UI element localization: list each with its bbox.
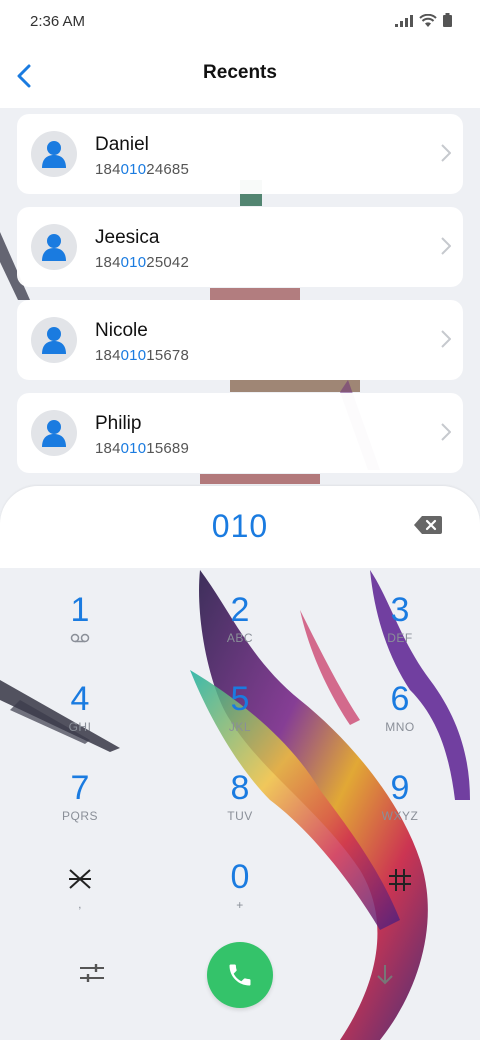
- voicemail-icon: [70, 633, 90, 643]
- contact-item-jeesica[interactable]: Jeesica 18401025042: [17, 207, 463, 287]
- chevron-right-icon: [441, 237, 451, 255]
- number-prefix: 184: [95, 161, 121, 178]
- key-1[interactable]: 1: [20, 590, 140, 668]
- key-7[interactable]: 7 PQRS: [20, 768, 140, 846]
- key-letters: DEF: [387, 631, 413, 645]
- key-digit: 2: [230, 591, 250, 629]
- chevron-right-icon: [441, 330, 451, 348]
- key-0[interactable]: 0 +: [180, 857, 300, 935]
- hash-icon: [389, 869, 411, 891]
- battery-icon: [443, 13, 452, 27]
- chevron-right-icon: [441, 144, 451, 162]
- key-letters: MNO: [385, 720, 415, 734]
- dial-input-panel: 010: [0, 486, 480, 568]
- number-prefix: 184: [95, 440, 121, 457]
- asterisk-icon: [69, 869, 91, 889]
- sliders-icon[interactable]: [80, 963, 104, 983]
- number-match: 010: [120, 254, 147, 271]
- key-6[interactable]: 6 MNO: [340, 679, 460, 757]
- contact-name: Nicole: [95, 320, 148, 341]
- person-icon: [42, 234, 66, 261]
- person-icon: [42, 141, 66, 168]
- key-digit: 1: [70, 591, 90, 629]
- contact-name: Philip: [95, 413, 142, 434]
- dial-input[interactable]: 010: [80, 508, 400, 545]
- key-9[interactable]: 9 WXYZ: [340, 768, 460, 846]
- status-icons: [395, 13, 452, 27]
- key-digit: 5: [230, 680, 250, 718]
- avatar: [31, 131, 77, 177]
- recents-list: Daniel 18401024685 Jeesica 18401025042 N…: [17, 114, 463, 486]
- avatar: [31, 317, 77, 363]
- status-time: 2:36 AM: [30, 13, 86, 30]
- person-icon: [42, 327, 66, 354]
- key-digit: 9: [390, 769, 410, 807]
- contact-item-philip[interactable]: Philip 18401015689: [17, 393, 463, 473]
- key-digit: 8: [230, 769, 250, 807]
- contact-name: Daniel: [95, 134, 149, 155]
- key-4[interactable]: 4 GHI: [20, 679, 140, 757]
- person-icon: [42, 420, 66, 447]
- number-match: 010: [120, 440, 147, 457]
- signal-icon: [395, 15, 413, 27]
- arrow-down-icon[interactable]: [376, 965, 394, 985]
- avatar: [31, 224, 77, 270]
- key-letters: ABC: [226, 631, 254, 645]
- contact-number: 18401015678: [95, 347, 189, 364]
- chevron-right-icon: [441, 423, 451, 441]
- key-letters: GHI: [68, 720, 92, 734]
- key-letters: +: [236, 898, 244, 912]
- number-match: 010: [120, 161, 147, 178]
- key-digit: 0: [230, 858, 250, 896]
- call-button[interactable]: [207, 942, 273, 1008]
- key-letters: TUV: [227, 809, 253, 823]
- backspace-icon[interactable]: [414, 516, 442, 534]
- key-digit: 7: [70, 769, 90, 807]
- key-hash[interactable]: [340, 857, 460, 935]
- number-prefix: 184: [95, 347, 121, 364]
- number-suffix: 25042: [146, 254, 189, 271]
- contact-item-daniel[interactable]: Daniel 18401024685: [17, 114, 463, 194]
- key-digit: 3: [390, 591, 410, 629]
- wifi-icon: [419, 14, 437, 27]
- header-bar: Recents: [0, 44, 480, 108]
- key-2[interactable]: 2 ABC: [180, 590, 300, 668]
- key-star[interactable]: ,: [20, 857, 140, 935]
- key-letters: JKL: [228, 720, 252, 734]
- contact-item-nicole[interactable]: Nicole 18401015678: [17, 300, 463, 380]
- contact-number: 18401024685: [95, 161, 189, 178]
- number-match: 010: [120, 347, 147, 364]
- contact-name: Jeesica: [95, 227, 160, 248]
- contact-number: 18401015689: [95, 440, 189, 457]
- key-letters: ,: [78, 897, 82, 911]
- avatar: [31, 410, 77, 456]
- key-digit: 6: [390, 680, 410, 718]
- key-letters: PQRS: [61, 809, 98, 823]
- key-3[interactable]: 3 DEF: [340, 590, 460, 668]
- number-suffix: 24685: [146, 161, 189, 178]
- number-suffix: 15689: [146, 440, 189, 457]
- page-title: Recents: [203, 62, 277, 83]
- contact-number: 18401025042: [95, 254, 189, 271]
- key-8[interactable]: 8 TUV: [180, 768, 300, 846]
- status-bar: 2:36 AM: [0, 0, 480, 44]
- phone-icon: [229, 964, 251, 986]
- key-letters: WXYZ: [381, 809, 419, 823]
- key-5[interactable]: 5 JKL: [180, 679, 300, 757]
- key-digit: 4: [70, 680, 90, 718]
- number-suffix: 15678: [146, 347, 189, 364]
- number-prefix: 184: [95, 254, 121, 271]
